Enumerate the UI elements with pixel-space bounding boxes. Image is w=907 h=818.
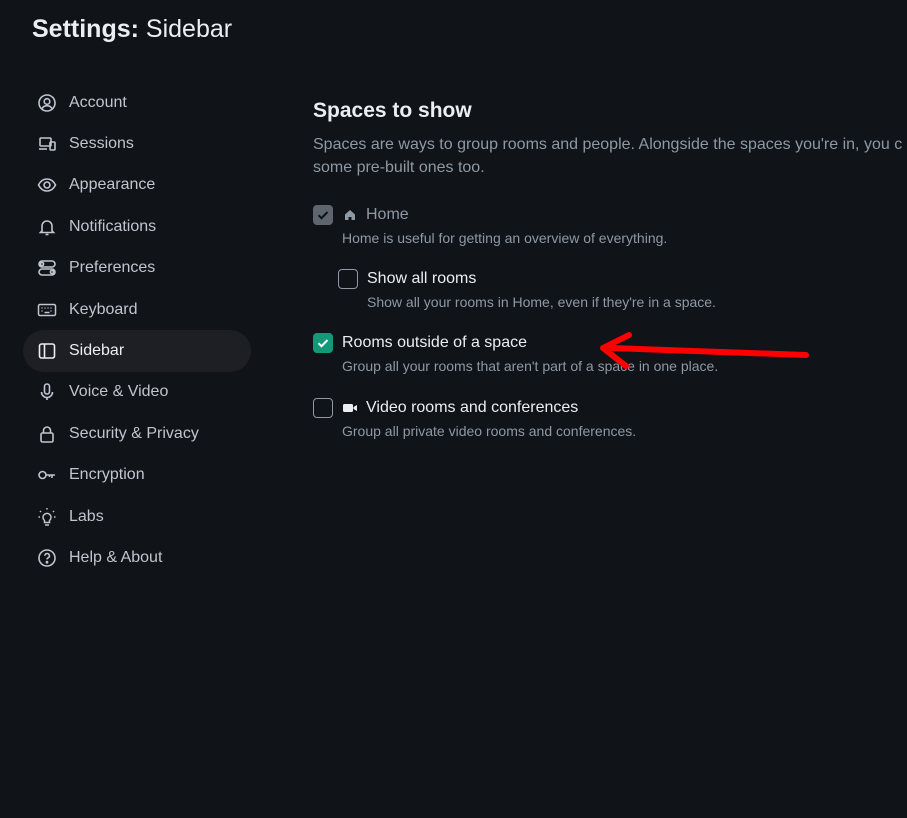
section-heading: Spaces to show <box>313 99 472 122</box>
rooms-outside-space-checkbox[interactable] <box>313 333 333 353</box>
devices-icon <box>37 134 57 154</box>
sidebar-item-encryption[interactable]: Encryption <box>23 455 251 496</box>
keyboard-icon <box>37 300 57 320</box>
option-help: Home is useful for getting an overview o… <box>342 230 668 246</box>
sidebar-item-appearance[interactable]: Appearance <box>23 165 251 206</box>
home-icon <box>342 207 358 223</box>
help-circle-icon <box>37 548 57 568</box>
lock-icon <box>37 424 57 444</box>
sidebar-item-label: Account <box>69 93 127 111</box>
sidebar-item-preferences[interactable]: Preferences <box>23 248 251 289</box>
sidebar-item-label: Preferences <box>69 259 156 277</box>
eye-icon <box>37 175 57 195</box>
sidebar-item-sessions[interactable]: Sessions <box>23 123 251 164</box>
settings-sidebar: Account Sessions Appearance Notification… <box>23 82 251 579</box>
toggles-icon <box>37 258 57 278</box>
sidebar-item-help-about[interactable]: Help & About <box>23 537 251 578</box>
page-title-section: Sidebar <box>145 15 233 43</box>
sidebar-item-label: Notifications <box>69 217 157 235</box>
key-icon <box>37 465 57 485</box>
sidebar-item-label: Security & Privacy <box>69 424 199 442</box>
user-circle-icon <box>37 93 57 113</box>
sidebar-item-notifications[interactable]: Notifications <box>23 206 251 247</box>
settings-main: Spaces to show Spaces are ways to group … <box>313 96 907 439</box>
checkmark-icon <box>317 211 329 220</box>
sidebar-item-voice-video[interactable]: Voice & Video <box>23 372 251 413</box>
sidebar-icon <box>37 341 57 361</box>
option-label: Show all rooms <box>367 270 477 287</box>
sidebar-item-keyboard[interactable]: Keyboard <box>23 289 251 330</box>
sidebar-item-label: Sidebar <box>69 342 125 360</box>
bell-icon <box>37 217 57 237</box>
option-show-all-rooms: Show all rooms Show all your rooms in Ho… <box>338 268 716 310</box>
section-description: Spaces are ways to group rooms and peopl… <box>313 133 907 179</box>
microphone-icon <box>37 382 57 402</box>
show-all-rooms-checkbox[interactable] <box>338 269 358 289</box>
section-description-line: Spaces are ways to group rooms and peopl… <box>313 136 903 153</box>
sidebar-item-labs[interactable]: Labs <box>23 496 251 537</box>
sidebar-item-label: Encryption <box>69 466 145 484</box>
sidebar-item-label: Help & About <box>69 548 163 566</box>
option-label: Home <box>366 206 409 223</box>
option-help: Group all private video rooms and confer… <box>342 423 637 439</box>
option-label: Rooms outside of a space <box>342 334 527 351</box>
option-label: Video rooms and conferences <box>366 399 579 416</box>
sidebar-item-account[interactable]: Account <box>23 82 251 123</box>
sidebar-item-label: Sessions <box>69 135 134 153</box>
video-camera-icon <box>342 400 358 416</box>
video-rooms-checkbox[interactable] <box>313 398 333 418</box>
section-description-line: some pre-built ones too. <box>313 159 485 176</box>
lightbulb-icon <box>37 507 57 527</box>
sidebar-item-security-privacy[interactable]: Security & Privacy <box>23 413 251 454</box>
sidebar-item-label: Appearance <box>69 176 156 194</box>
checkmark-icon <box>317 339 329 348</box>
sidebar-item-label: Voice & Video <box>69 383 169 401</box>
home-checkbox[interactable] <box>313 205 333 225</box>
option-help: Show all your rooms in Home, even if the… <box>367 294 716 310</box>
sidebar-item-label: Keyboard <box>69 300 138 318</box>
option-home: Home Home is useful for getting an overv… <box>313 204 667 246</box>
page-title-prefix: Settings: <box>32 15 139 43</box>
sidebar-item-sidebar[interactable]: Sidebar <box>23 330 251 372</box>
page-title: Settings: Sidebar <box>32 14 232 44</box>
sidebar-item-label: Labs <box>69 507 104 525</box>
option-video-rooms: Video rooms and conferences Group all pr… <box>313 397 636 439</box>
annotation-arrow <box>600 332 809 369</box>
